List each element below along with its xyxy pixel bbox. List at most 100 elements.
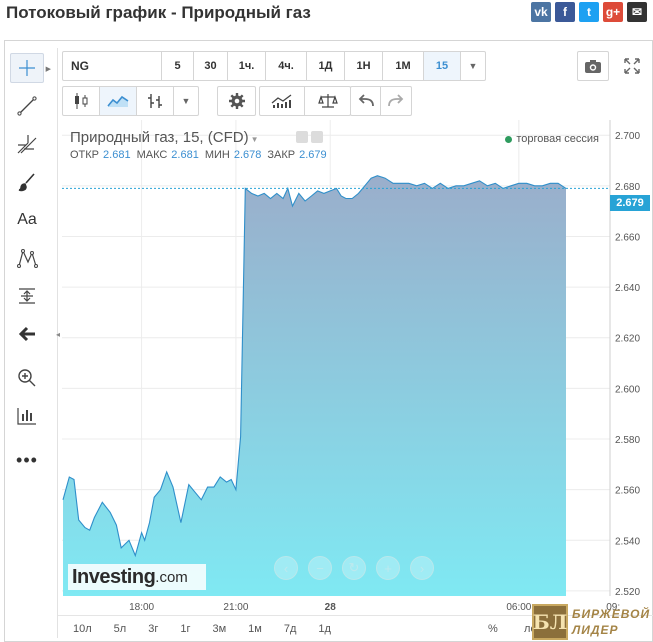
pitchfork-icon <box>17 135 37 154</box>
ruler-tool-button[interactable] <box>10 401 44 431</box>
open-value: 2.681 <box>103 149 131 161</box>
period-button[interactable]: 1г <box>169 623 201 635</box>
period-button[interactable]: 1д <box>307 623 342 635</box>
text-icon: Aa <box>17 211 37 228</box>
settings-group <box>217 86 256 116</box>
bars-chart-button[interactable] <box>137 87 174 115</box>
period-button[interactable]: 3м <box>201 623 237 635</box>
arrow-left-icon <box>18 326 35 342</box>
pattern-icon <box>17 249 38 268</box>
compare-button[interactable] <box>305 87 350 115</box>
interval-button[interactable]: 1М <box>383 52 424 80</box>
y-tick-label: 2.580 <box>615 435 640 446</box>
reset-icon: ↻ <box>348 560 360 575</box>
zoom-in-button[interactable]: + <box>376 556 400 580</box>
interval-button[interactable]: 1Н <box>345 52 383 80</box>
scroll-left-button[interactable]: ‹ <box>274 556 298 580</box>
session-dot-icon <box>505 135 513 143</box>
caret-down-icon: ▼ <box>468 61 478 71</box>
interval-button[interactable]: 5 <box>162 52 194 80</box>
open-label: ОТКР <box>70 149 100 161</box>
text-tool-button[interactable]: Aa <box>10 205 44 235</box>
google-plus-share-button[interactable]: g+ <box>603 2 623 22</box>
ohlc-bars-icon <box>148 94 162 108</box>
close-value: 2.679 <box>299 149 327 161</box>
watermark: БЛ БИРЖЕВОЙ ЛИДЕР <box>532 602 653 642</box>
y-tick-label: 2.620 <box>615 334 640 345</box>
y-tick-label: 2.600 <box>615 384 640 395</box>
legend-hide-button[interactable] <box>311 131 323 143</box>
twitter-share-button[interactable]: t <box>579 2 599 22</box>
chevron-right-icon: › <box>419 560 425 576</box>
crosshair-tool-button[interactable]: ▶ <box>10 53 51 83</box>
interval-dropdown[interactable]: ▼ <box>461 52 485 80</box>
chart-legend-title: Природный газ, 15, (CFD) ▼ <box>70 129 259 146</box>
chevron-right-icon[interactable]: ▶ <box>46 65 51 73</box>
trendline-tool-button[interactable] <box>10 91 44 121</box>
zoom-out-button[interactable]: − <box>308 556 332 580</box>
more-tools-button[interactable]: ••• <box>10 445 44 475</box>
session-status: торговая сессия <box>505 133 599 145</box>
y-tick-label: 2.700 <box>615 131 640 142</box>
period-button[interactable]: 5л <box>103 623 138 635</box>
brush-icon <box>18 173 35 192</box>
period-selector: 10л5л3г1г3м1м7д1д% лог <box>62 618 541 640</box>
low-value: 2.678 <box>233 149 262 161</box>
minus-icon: − <box>316 560 324 576</box>
period-button[interactable]: 1м <box>237 623 273 635</box>
pattern-tool-button[interactable] <box>10 243 44 273</box>
chart-type-group: ▼ <box>62 86 199 116</box>
area-chart-button[interactable] <box>100 87 137 115</box>
fibonacci-tool-button[interactable] <box>10 129 44 159</box>
chart-type-dropdown[interactable]: ▼ <box>174 87 198 115</box>
high-label: МАКС <box>136 149 168 161</box>
x-tick-label: 06:00 <box>506 602 531 613</box>
interval-button[interactable]: 30 <box>194 52 228 80</box>
facebook-share-button[interactable]: f <box>555 2 575 22</box>
scroll-right-button[interactable]: › <box>410 556 434 580</box>
measure-tool-button[interactable] <box>10 281 44 311</box>
fullscreen-button[interactable] <box>616 51 648 81</box>
chart-navigation: ‹ − ↻ + › <box>274 556 434 580</box>
x-tick-label: 18:00 <box>129 602 154 613</box>
indicators-button[interactable] <box>260 87 305 115</box>
redo-button[interactable] <box>381 87 411 115</box>
undo-button[interactable] <box>351 87 381 115</box>
undo-icon <box>358 94 374 107</box>
y-tick-label: 2.640 <box>615 283 640 294</box>
candles-chart-button[interactable] <box>63 87 100 115</box>
legend-settings-button[interactable] <box>296 131 308 143</box>
gear-icon <box>228 93 245 109</box>
period-button[interactable]: 10л <box>62 623 103 635</box>
watermark-logo: БЛ <box>532 604 568 640</box>
reset-button[interactable]: ↻ <box>342 556 366 580</box>
page-title: Потоковый график - Природный газ <box>6 3 311 22</box>
caret-down-icon[interactable]: ▼ <box>251 135 259 144</box>
settings-button[interactable] <box>218 87 255 115</box>
interval-button[interactable]: 4ч. <box>266 52 307 80</box>
remove-drawings-button[interactable] <box>10 319 44 349</box>
close-label: ЗАКР <box>267 149 296 161</box>
screenshot-button[interactable] <box>577 51 609 81</box>
watermark-text: БИРЖЕВОЙ ЛИДЕР <box>572 606 650 638</box>
percent-scale-button[interactable]: % <box>488 623 498 635</box>
caret-down-icon: ▼ <box>181 96 191 106</box>
interval-button[interactable]: 15 <box>424 52 461 80</box>
scales-icon <box>317 94 338 108</box>
vk-share-button[interactable]: vk <box>531 2 551 22</box>
investing-logo: Investing .com <box>68 564 206 590</box>
zoom-tool-button[interactable] <box>10 363 44 393</box>
period-button[interactable]: 7д <box>273 623 308 635</box>
area-chart-icon <box>107 95 129 107</box>
y-tick-label: 2.520 <box>615 587 640 598</box>
interval-button[interactable]: 1Д <box>307 52 345 80</box>
low-label: МИН <box>204 149 230 161</box>
trendline-icon <box>17 96 37 116</box>
brush-tool-button[interactable] <box>10 167 44 197</box>
email-share-button[interactable]: ✉ <box>627 2 647 22</box>
symbol-input[interactable]: NG <box>63 52 162 80</box>
x-tick-label: 21:00 <box>223 602 248 613</box>
period-button[interactable]: 3г <box>137 623 169 635</box>
interval-button[interactable]: 1ч. <box>228 52 266 80</box>
fullscreen-icon <box>624 58 640 74</box>
